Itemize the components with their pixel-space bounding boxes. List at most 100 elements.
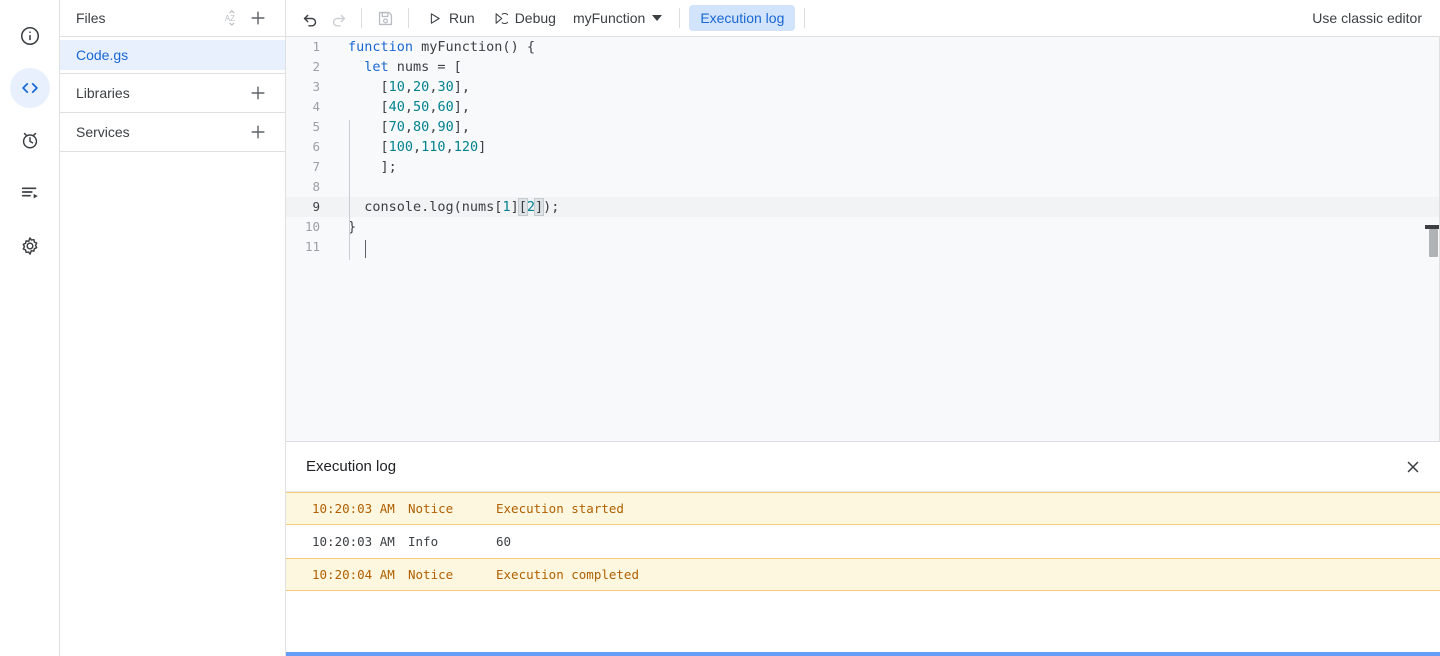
code-token: nums = [ <box>388 59 462 75</box>
run-button[interactable]: Run <box>418 5 484 31</box>
code-token: 10 <box>388 79 405 95</box>
code-token: function <box>348 39 414 55</box>
code-line[interactable]: 1 function myFunction() { <box>286 37 1439 57</box>
function-selector[interactable]: myFunction <box>565 5 670 31</box>
code-text: console.log(nums[1][2]); <box>332 197 559 217</box>
executions-icon[interactable] <box>10 172 50 212</box>
code-token: 80 <box>413 119 430 135</box>
file-list: Code.gs <box>60 37 285 74</box>
code-line[interactable]: 8 <box>286 177 1439 197</box>
code-token: , <box>404 79 414 95</box>
code-text: } <box>332 217 356 237</box>
code-line[interactable]: 3 [10,20,30], <box>286 77 1439 97</box>
add-file-icon[interactable] <box>245 5 271 31</box>
execution-log-title: Execution log <box>306 458 397 475</box>
save-icon[interactable] <box>371 4 399 32</box>
code-lines[interactable]: 1 function myFunction() {2 let nums = [3 … <box>286 37 1439 441</box>
log-row-severity: Notice <box>408 567 454 582</box>
code-line[interactable]: 5 [70,80,90], <box>286 117 1439 137</box>
toolbar-divider-2 <box>408 8 409 28</box>
line-number: 4 <box>312 99 320 114</box>
execution-log-button[interactable]: Execution log <box>689 5 796 31</box>
scrollbar-thumb[interactable] <box>1429 229 1438 257</box>
settings-icon[interactable] <box>10 226 50 266</box>
libraries-label: Libraries <box>76 85 130 101</box>
function-selector-label: myFunction <box>572 10 646 26</box>
code-editor[interactable]: 1 function myFunction() {2 let nums = [3 … <box>286 37 1440 441</box>
code-line[interactable]: 2 let nums = [ <box>286 57 1439 77</box>
indent-guide <box>349 120 350 260</box>
close-icon[interactable] <box>1400 454 1426 480</box>
code-line[interactable]: 11 <box>286 237 1439 257</box>
log-row-severity: Notice <box>408 501 454 516</box>
code-token: 40 <box>388 99 405 115</box>
code-line[interactable]: 9 console.log(nums[1][2]); <box>286 197 1439 217</box>
code-text: [10,20,30], <box>332 77 470 97</box>
execution-log-header: Execution log <box>286 442 1440 492</box>
execution-log-button-label: Execution log <box>700 10 785 26</box>
svg-text:AZ: AZ <box>225 14 235 23</box>
log-row-message: 60 <box>496 534 512 549</box>
code-token: 50 <box>413 99 430 115</box>
add-service-icon[interactable] <box>245 119 271 145</box>
toolbar-divider-1 <box>361 8 362 28</box>
code-token: ], <box>453 119 470 135</box>
triggers-icon[interactable] <box>10 120 50 160</box>
sort-az-icon[interactable]: AZ <box>219 5 245 31</box>
code-token: 2 <box>526 199 535 215</box>
code-text: [40,50,60], <box>332 97 470 117</box>
code-token: , <box>413 139 422 155</box>
code-line[interactable]: 7 ]; <box>286 157 1439 177</box>
libraries-section[interactable]: Libraries <box>60 74 285 113</box>
toolbar-divider-4 <box>804 8 806 28</box>
files-sidebar: Files AZ Code.gs Libraries Services <box>60 0 286 656</box>
log-row-time: 10:20:03 AM <box>312 534 395 549</box>
left-icon-rail <box>0 0 60 656</box>
run-label: Run <box>449 10 475 26</box>
line-number: 7 <box>312 159 320 174</box>
editor-icon[interactable] <box>9 68 50 108</box>
log-row-message: Execution started <box>496 501 624 516</box>
log-row-severity: Info <box>408 534 439 549</box>
code-token: 20 <box>413 79 430 95</box>
file-item-code-gs[interactable]: Code.gs <box>60 40 285 70</box>
code-token: 90 <box>437 119 454 135</box>
editor-scrollbar[interactable] <box>1425 37 1439 441</box>
code-token: 100 <box>388 139 414 155</box>
log-row-time: 10:20:04 AM <box>312 567 395 582</box>
line-number: 10 <box>304 219 320 234</box>
execution-log-rows: 10:20:03 AM Notice Execution started 10:20:… <box>286 492 1440 656</box>
line-number: 11 <box>304 239 320 254</box>
code-text: ]; <box>332 157 397 177</box>
main-area: Run Debug myFunction Execution log Use c… <box>286 0 1440 656</box>
code-line[interactable]: 6 [100,110,120] <box>286 137 1439 157</box>
code-token: 70 <box>388 119 405 135</box>
overview-icon[interactable] <box>10 16 50 56</box>
code-token: ]; <box>348 159 397 175</box>
use-classic-editor-link[interactable]: Use classic editor <box>1312 10 1432 26</box>
services-section[interactable]: Services <box>60 113 285 152</box>
code-token: 120 <box>453 139 479 155</box>
undo-icon[interactable] <box>296 4 324 32</box>
line-number: 5 <box>312 119 320 134</box>
add-library-icon[interactable] <box>245 80 271 106</box>
code-text: [70,80,90], <box>332 117 470 137</box>
log-row: 10:20:03 AM Notice Execution started <box>286 492 1440 525</box>
log-row-time: 10:20:03 AM <box>312 501 395 516</box>
text-caret <box>365 240 366 258</box>
editor-toolbar: Run Debug myFunction Execution log Use c… <box>286 0 1440 37</box>
redo-icon[interactable] <box>324 4 352 32</box>
code-token: ] <box>510 199 519 215</box>
log-row: 10:20:03 AM Info 60 <box>286 525 1440 558</box>
apps-script-editor: Files AZ Code.gs Libraries Services Run … <box>0 0 1440 656</box>
code-token: ); <box>543 199 560 215</box>
code-line[interactable]: 4 [40,50,60], <box>286 97 1439 117</box>
services-label: Services <box>76 124 130 140</box>
code-token: let <box>364 59 389 75</box>
debug-button[interactable]: Debug <box>484 5 565 31</box>
code-text: function myFunction() { <box>332 37 535 57</box>
code-token: [ <box>348 99 389 115</box>
code-token: 1 <box>502 199 511 215</box>
execution-progress-bar <box>286 652 1440 656</box>
code-line[interactable]: 10} <box>286 217 1439 237</box>
